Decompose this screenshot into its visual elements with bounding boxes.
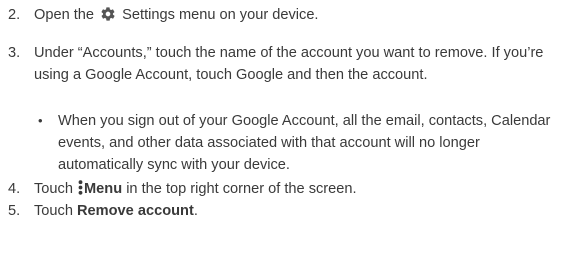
menu-label: Menu — [84, 181, 123, 197]
step-4: 4. Touch Menu in the top right corner of… — [8, 178, 559, 200]
step-3: 3. Under “Accounts,” touch the name of t… — [8, 42, 559, 86]
step-5: 5. Touch Remove account. — [8, 200, 559, 222]
menu-dots-icon — [78, 180, 83, 195]
step-text: Under “Accounts,” touch the name of the … — [34, 45, 544, 83]
step-text-before: Open the — [34, 7, 95, 23]
step-number: 4. — [8, 181, 21, 197]
remove-account-label: Remove account — [77, 203, 194, 219]
step-text-after: in the top right corner of the screen. — [126, 181, 357, 197]
step-2: 2. Open the Settings menu on your device… — [8, 4, 559, 26]
step-text-before: Touch — [34, 181, 73, 197]
note-text: When you sign out of your Google Account… — [58, 113, 551, 173]
step-number: 5. — [8, 203, 21, 219]
step-3-note: • When you sign out of your Google Accou… — [38, 110, 559, 176]
step-number: 2. — [8, 7, 21, 23]
gear-icon — [101, 7, 115, 21]
instructions-document: 2. Open the Settings menu on your device… — [0, 0, 563, 257]
step-text-after: . — [193, 203, 198, 219]
step-text-before: Touch — [34, 203, 73, 219]
step-text-after: Settings menu on your device. — [122, 7, 319, 23]
step-number: 3. — [8, 45, 21, 61]
bullet-glyph: • — [38, 113, 43, 128]
